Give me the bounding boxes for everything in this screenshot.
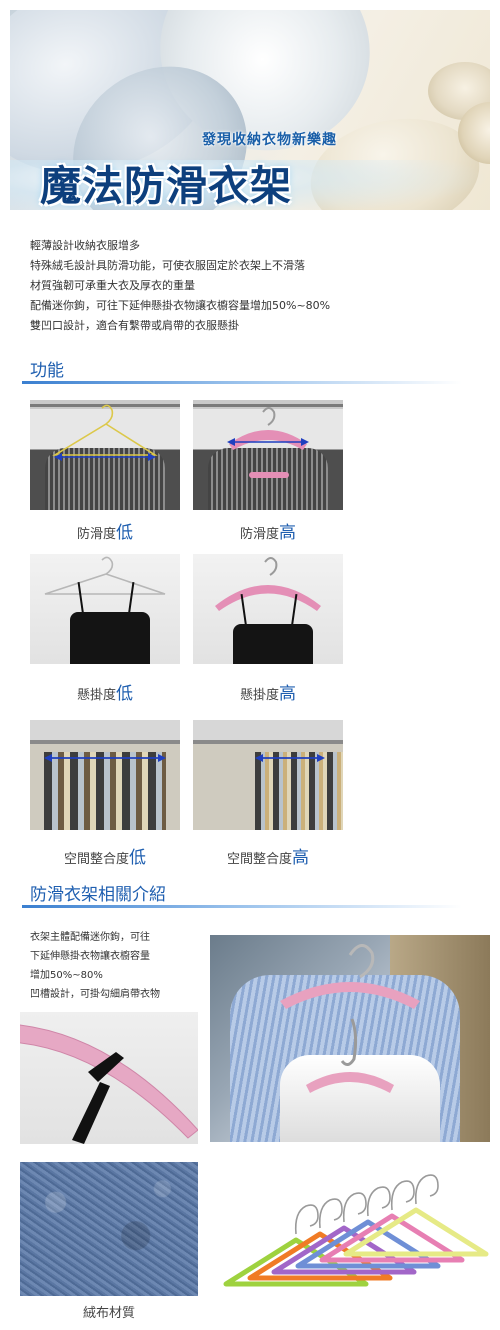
width-arrow-icon: [44, 754, 166, 762]
intro-line: 輕薄設計收納衣服增多: [30, 239, 140, 252]
photo-flocked-hanger-sweater: [193, 400, 343, 510]
intro-line: 特殊絨毛設計具防滑功能，可使衣服固定於衣架上不滑落: [30, 259, 305, 272]
caption-space-high: 空間整合度高: [193, 843, 343, 868]
photo-flocked-hanger-camisole: [193, 554, 343, 664]
wire-hanger-icon: [52, 404, 158, 461]
caption-space-low: 空間整合度低: [30, 843, 180, 868]
intro-line: 材質強韌可承重大衣及厚衣的重量: [30, 279, 195, 292]
caption-level: 低: [129, 848, 146, 868]
caption-level: 高: [279, 684, 296, 704]
caption-level: 高: [292, 848, 309, 868]
caption-level: 高: [279, 523, 296, 543]
section-title-intro: 防滑衣架相關介紹: [30, 885, 166, 905]
description-line: 衣架主體配備迷你鉤，可往: [30, 932, 150, 943]
caption-label: 懸掛度: [239, 688, 279, 703]
caption-fabric: 絨布材質: [82, 1306, 135, 1321]
caption-level: 低: [116, 523, 133, 543]
pink-hanger-icon: [280, 944, 420, 1093]
section-divider: [22, 381, 462, 384]
photo-hanger-notch-strap: [20, 1012, 198, 1144]
camisole: [70, 612, 150, 664]
caption-hanging-high: 懸掛度高: [193, 679, 343, 704]
color-hangers-group: [223, 1174, 489, 1287]
color-hanger-icon: [319, 1180, 465, 1263]
photo-color-hangers: [210, 1160, 490, 1300]
banner-subtitle: 發現收納衣物新樂趣: [202, 132, 337, 148]
photo-closet-flocked-hangers: [193, 720, 343, 830]
caption-label: 懸掛度: [76, 688, 116, 703]
camisole: [233, 624, 313, 664]
photo-wire-hanger-sweater: [30, 400, 180, 510]
caption-antislip-high: 防滑度高: [193, 518, 343, 543]
description-line: 下延伸懸掛衣物讓衣櫥容量: [30, 951, 150, 962]
photo-velvet-fabric: [20, 1162, 198, 1296]
width-arrow-icon: [255, 754, 325, 762]
photo-hanger-with-mini-hook: [210, 935, 490, 1142]
caption-antislip-low: 防滑度低: [30, 518, 180, 543]
flocked-hanger-icon: [227, 407, 309, 478]
intro-line: 配備迷你鉤，可往下延伸懸掛衣物讓衣櫥容量增加50%~80%: [30, 299, 331, 312]
banner-title: 魔法防滑衣架: [40, 162, 292, 210]
caption-label: 防滑度: [239, 527, 279, 542]
caption-hanging-low: 懸掛度低: [30, 679, 180, 704]
banner: 發現收納衣物新樂趣 魔法防滑衣架: [10, 10, 490, 210]
photo-wire-hanger-camisole: [30, 554, 180, 664]
caption-label: 空間整合度: [226, 852, 292, 867]
hanger-description: 衣架主體配備迷你鉤，可往 下延伸懸掛衣物讓衣櫥容量 增加50%~80% 凹槽設計…: [30, 928, 210, 1004]
intro-line: 雙凹口設計，適合有繫帶或肩帶的衣服懸掛: [30, 319, 239, 332]
section-divider: [22, 905, 462, 908]
hanger-notch-closeup-icon: [20, 1024, 198, 1144]
caption-label: 空間整合度: [63, 852, 129, 867]
color-hanger-icon: [343, 1174, 489, 1257]
description-line: 凹槽設計，可掛勾細肩帶衣物: [30, 989, 160, 1000]
photo-closet-wire-hangers: [30, 720, 180, 830]
caption-level: 低: [116, 684, 133, 704]
intro-text: 輕薄設計收納衣服增多 特殊絨毛設計具防滑功能，可使衣服固定於衣架上不滑落 材質強…: [30, 236, 470, 336]
caption-label: 防滑度: [76, 527, 116, 542]
description-line: 增加50%~80%: [30, 970, 103, 981]
section-title-features: 功能: [30, 361, 64, 381]
